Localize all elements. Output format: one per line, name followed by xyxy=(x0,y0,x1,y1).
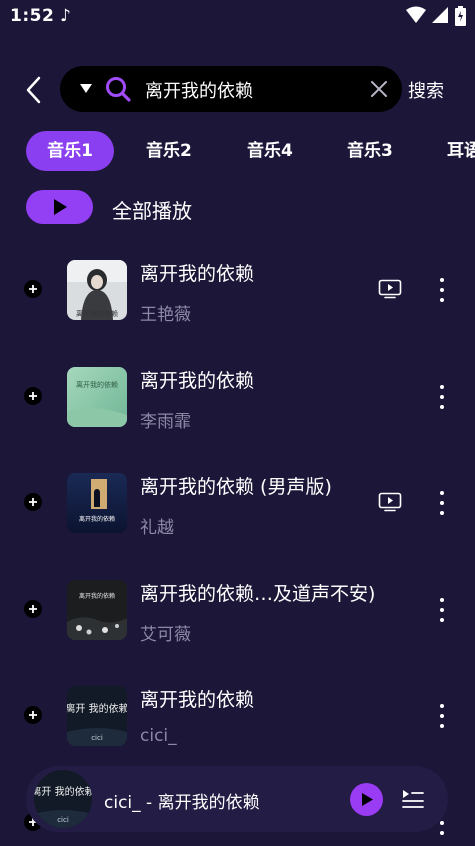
album-cover: 离开 我的依赖 cici xyxy=(67,686,127,746)
song-row[interactable]: 离开我的依赖 离开我的依赖 (男声版) 礼越 xyxy=(0,473,475,563)
play-icon xyxy=(53,199,67,215)
song-row[interactable]: 离开我的依赖 离开我的依赖 李雨霏 xyxy=(0,367,475,457)
play-all-button[interactable] xyxy=(26,190,93,224)
wifi-icon xyxy=(406,6,426,23)
more-options-button[interactable] xyxy=(432,704,452,728)
play-icon xyxy=(361,793,373,806)
cover-text: 离开我的依赖 xyxy=(79,515,115,523)
cover-text: 离开我的依赖 xyxy=(79,592,115,600)
more-options-button[interactable] xyxy=(432,491,452,515)
tab-music4[interactable]: 音乐4 xyxy=(247,131,293,171)
song-row[interactable]: 离开 我的依赖 cici 离开我的依赖 cici_ xyxy=(0,686,475,776)
cover-sub-text: cici xyxy=(91,734,103,742)
music-note-icon: ♪ xyxy=(60,6,71,26)
search-input[interactable]: 离开我的依赖 xyxy=(145,77,253,103)
add-to-queue-button[interactable] xyxy=(24,280,42,298)
plus-icon xyxy=(29,285,37,293)
song-title: 离开我的依赖…及道声不安) xyxy=(140,583,376,605)
add-to-queue-button[interactable] xyxy=(24,706,42,724)
song-artist: 艾可薇 xyxy=(140,625,191,645)
add-to-queue-button[interactable] xyxy=(24,387,42,405)
category-tabs: 音乐1 音乐2 音乐4 音乐3 耳语 xyxy=(26,131,475,171)
now-playing-title: cici_ - 离开我的依赖 xyxy=(104,793,260,813)
song-artist: 礼越 xyxy=(140,518,174,538)
plus-icon xyxy=(29,605,37,613)
song-artist: 王艳薇 xyxy=(140,305,191,325)
cover-text: 离开 我的依赖 xyxy=(34,785,92,798)
song-row[interactable]: 离开我的依赖 离开我的依赖 王艳薇 xyxy=(0,260,475,350)
more-options-button[interactable] xyxy=(432,598,452,622)
chevron-left-icon xyxy=(26,76,41,104)
dropdown-arrow-icon[interactable] xyxy=(80,82,92,94)
tab-music1[interactable]: 音乐1 xyxy=(26,131,114,171)
album-cover: 离开我的依赖 xyxy=(67,260,127,320)
cover-text: 离开 我的依赖 xyxy=(67,702,127,715)
song-artist: cici_ xyxy=(140,726,177,746)
now-playing-cover: 离开 我的依赖 cici xyxy=(34,770,92,828)
play-all-label: 全部播放 xyxy=(112,199,192,223)
song-title: 离开我的依赖 (男声版) xyxy=(140,476,332,498)
signal-icon xyxy=(432,7,448,23)
album-cover: 离开我的依赖 xyxy=(67,580,127,640)
playlist-icon[interactable] xyxy=(401,788,425,810)
song-title: 离开我的依赖 xyxy=(140,370,255,392)
mv-icon[interactable] xyxy=(378,279,402,299)
mini-play-button[interactable] xyxy=(350,783,383,816)
cover-text: 离开我的依赖 xyxy=(76,380,118,389)
add-to-queue-button[interactable] xyxy=(24,600,42,618)
song-title: 离开我的依赖 xyxy=(140,689,255,711)
tab-whisper[interactable]: 耳语 xyxy=(447,131,475,171)
plus-icon xyxy=(29,498,37,506)
tab-music2[interactable]: 音乐2 xyxy=(146,131,192,171)
tab-music3[interactable]: 音乐3 xyxy=(347,131,393,171)
back-button[interactable] xyxy=(16,70,50,110)
song-artist: 李雨霏 xyxy=(140,412,191,432)
add-to-queue-button[interactable] xyxy=(24,493,42,511)
album-cover: 离开我的依赖 xyxy=(67,473,127,533)
mv-icon[interactable] xyxy=(378,492,402,512)
battery-icon xyxy=(455,6,466,26)
status-bar: 1:52 ♪ xyxy=(0,0,475,34)
more-options-button[interactable] xyxy=(432,385,452,409)
album-cover: 离开我的依赖 xyxy=(67,367,127,427)
cover-text: 离开我的依赖 xyxy=(76,309,118,318)
song-row[interactable]: 离开我的依赖 离开我的依赖…及道声不安) 艾可薇 xyxy=(0,580,475,670)
more-options-button[interactable] xyxy=(432,278,452,302)
status-time: 1:52 xyxy=(10,6,55,26)
search-results-screen: 1:52 ♪ 离开我的依赖 搜索 音乐1 音乐2 音乐4 音乐3 耳语 全部播放… xyxy=(0,0,475,846)
mini-player[interactable]: 离开 我的依赖 cici cici_ - 离开我的依赖 xyxy=(26,766,448,832)
cover-sub-text: cici xyxy=(57,816,69,824)
song-title: 离开我的依赖 xyxy=(140,263,255,285)
search-box[interactable]: 离开我的依赖 xyxy=(60,66,402,112)
plus-icon xyxy=(29,711,37,719)
clear-icon[interactable] xyxy=(368,78,390,100)
plus-icon xyxy=(29,392,37,400)
search-button[interactable]: 搜索 xyxy=(408,77,444,103)
search-icon xyxy=(106,77,131,102)
